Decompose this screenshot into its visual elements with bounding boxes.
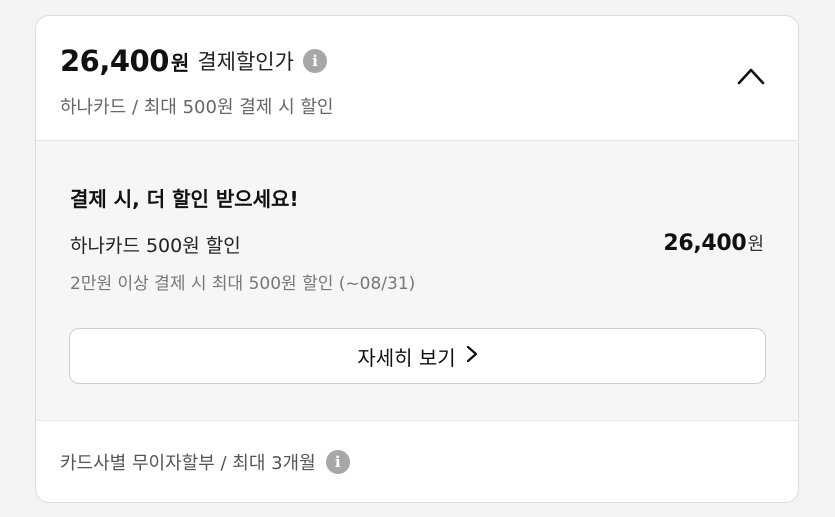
discount-subtitle: 하나카드 / 최대 500원 결제 시 할인 xyxy=(60,97,334,118)
payment-discount-card: 26,400 원 결제할인가 i 하나카드 / 최대 500원 결제 시 할인 … xyxy=(35,15,799,503)
view-details-label: 자세히 보기 xyxy=(357,345,456,370)
offer-price-amount: 26,400 xyxy=(663,231,747,256)
chevron-right-icon xyxy=(466,344,478,368)
discount-header[interactable]: 26,400 원 결제할인가 i 하나카드 / 최대 500원 결제 시 할인 xyxy=(36,16,798,141)
installment-info: 카드사별 무이자할부 / 최대 3개월 i xyxy=(60,449,350,475)
offer-price: 26,400원 xyxy=(663,230,764,256)
collapse-button[interactable] xyxy=(722,52,780,102)
installment-text: 카드사별 무이자할부 / 최대 3개월 xyxy=(60,453,316,474)
discount-price-line: 26,400 원 결제할인가 i xyxy=(60,44,327,78)
discount-price-unit: 원 xyxy=(170,50,190,75)
offer-name: 하나카드 500원 할인 xyxy=(70,235,241,257)
info-icon[interactable]: i xyxy=(302,49,327,73)
chevron-up-icon xyxy=(737,68,765,85)
offer-detail: 2만원 이상 결제 시 최대 500원 할인 (~08/31) xyxy=(70,274,416,294)
offer-price-unit: 원 xyxy=(747,234,764,255)
discount-price-amount: 26,400 xyxy=(60,44,169,78)
info-icon[interactable]: i xyxy=(325,450,350,474)
benefit-panel: 결제 시, 더 할인 받으세요! 하나카드 500원 할인 26,400원 2만… xyxy=(36,141,798,421)
discount-price-label: 결제할인가 xyxy=(197,50,294,74)
view-details-button[interactable]: 자세히 보기 xyxy=(69,328,766,384)
benefit-title: 결제 시, 더 할인 받으세요! xyxy=(70,187,299,211)
